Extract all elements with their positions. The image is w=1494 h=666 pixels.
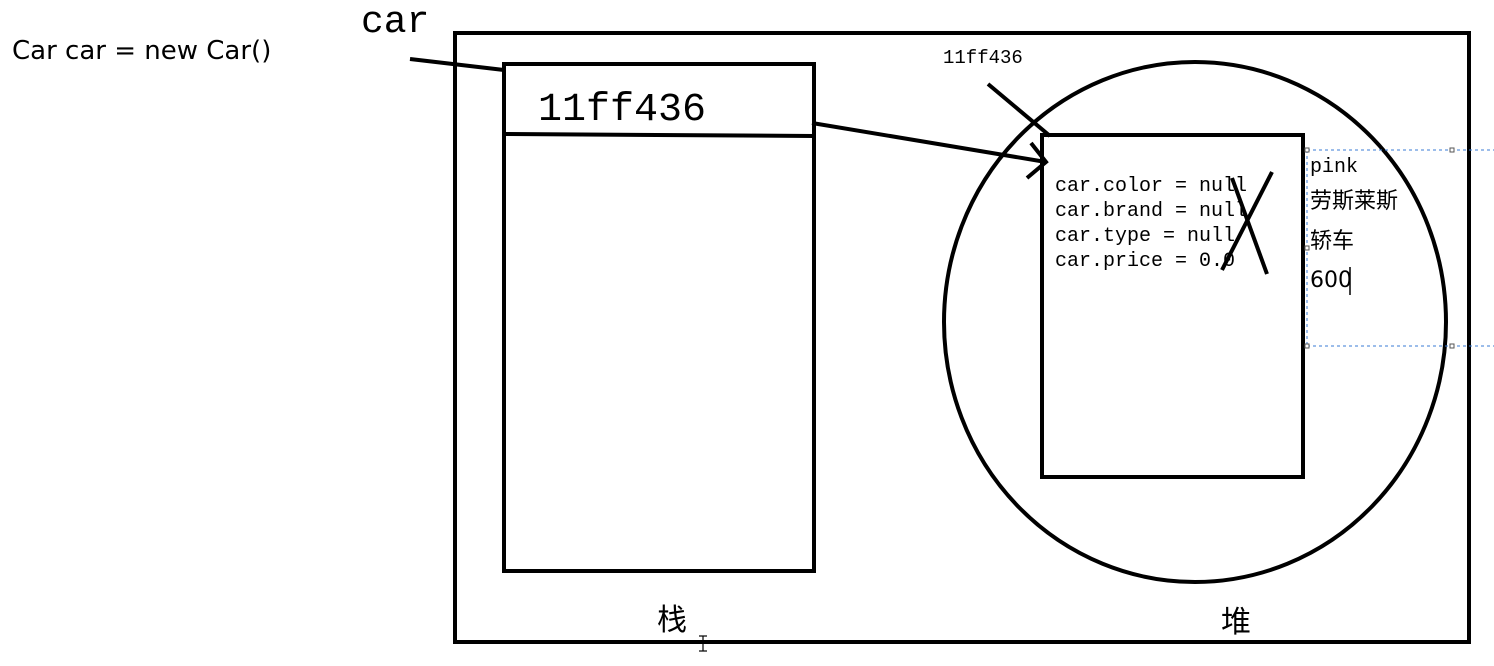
field-default-type: car.type = null xyxy=(1055,225,1235,248)
heap-address-pointer xyxy=(986,82,1052,138)
assigned-color[interactable]: pink xyxy=(1310,156,1358,179)
variable-name: car xyxy=(361,1,429,44)
selection-handle-ml[interactable] xyxy=(1304,245,1310,251)
field-default-color: car.color = null xyxy=(1055,175,1247,198)
field-default-brand: car.brand = null xyxy=(1055,200,1247,223)
assigned-type[interactable]: 轿车 xyxy=(1310,229,1354,254)
selection-handle-bm[interactable] xyxy=(1449,343,1455,349)
assigned-price[interactable]: 600 xyxy=(1310,268,1352,293)
memory-diagram: Car car = new Car() car 11ff436 栈 11ff43… xyxy=(12,1,1494,652)
heap-address: 11ff436 xyxy=(943,47,1023,69)
heap-label: 堆 xyxy=(1221,605,1251,640)
stack-label: 栈 xyxy=(657,603,687,638)
selection-handle-bl[interactable] xyxy=(1304,343,1310,349)
selection-handle-tl[interactable] xyxy=(1304,147,1310,153)
declaration-text: Car car = new Car() xyxy=(12,36,271,66)
assigned-brand[interactable]: 劳斯莱斯 xyxy=(1310,189,1398,214)
heap-circle xyxy=(942,60,1448,584)
field-default-price: car.price = 0.0 xyxy=(1055,250,1235,273)
stack-cell-divider xyxy=(503,132,815,138)
selection-handle-tm[interactable] xyxy=(1449,147,1455,153)
stack-box xyxy=(502,62,816,573)
stack-address: 11ff436 xyxy=(538,88,706,133)
